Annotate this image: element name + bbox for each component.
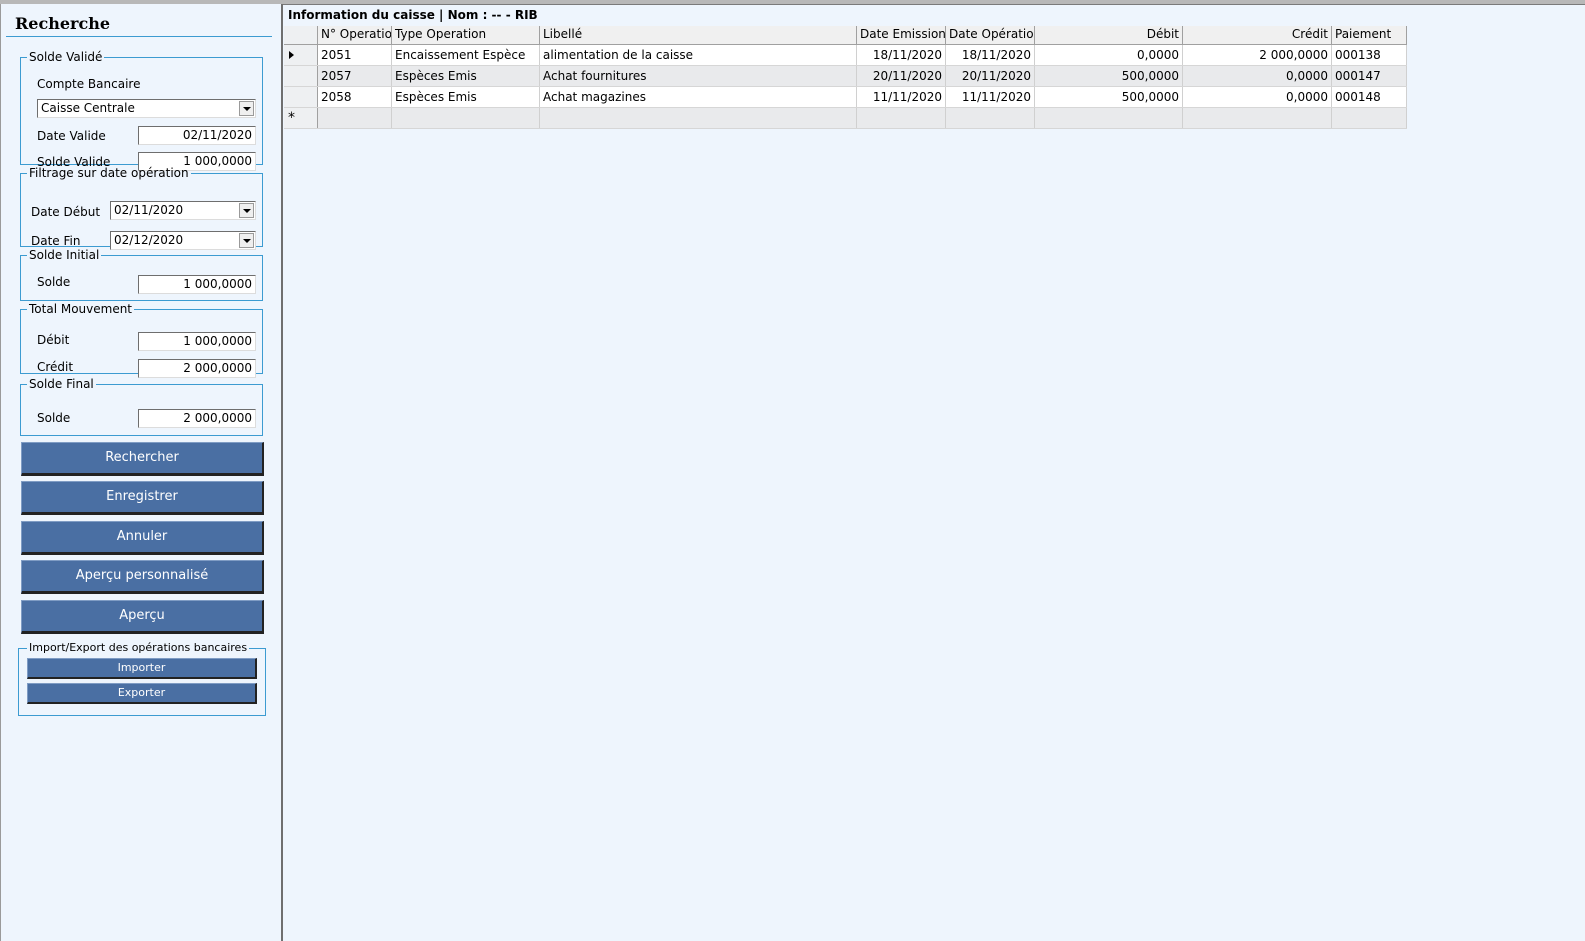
cell-date-emission[interactable]: 11/11/2020 — [857, 87, 946, 107]
table-row[interactable]: 2051 Encaissement Espèce alimentation de… — [284, 45, 1407, 66]
cell-type-operation[interactable]: Encaissement Espèce — [392, 45, 540, 65]
cell-date-emission[interactable] — [857, 108, 946, 128]
grid-header-row: N° Operatio Type Operation Libellé Date … — [284, 26, 1407, 45]
cell-debit[interactable]: 500,0000 — [1035, 87, 1183, 107]
compte-bancaire-value: Caisse Centrale — [41, 101, 135, 115]
column-header-date-emission[interactable]: Date Emission — [857, 26, 946, 44]
cell-debit[interactable]: 500,0000 — [1035, 66, 1183, 86]
date-fin-label: Date Fin — [31, 234, 81, 248]
date-debut-value: 02/11/2020 — [114, 203, 184, 217]
cell-date-operation[interactable]: 11/11/2020 — [946, 87, 1035, 107]
cell-debit[interactable] — [1035, 108, 1183, 128]
date-valide-label: Date Valide — [37, 129, 106, 143]
chevron-down-icon[interactable] — [239, 233, 254, 248]
column-header-num-operation[interactable]: N° Operatio — [318, 26, 392, 44]
total-credit-field[interactable]: 2 000,0000 — [138, 359, 256, 378]
cell-num-operation[interactable]: 2057 — [318, 66, 392, 86]
compte-bancaire-label: Compte Bancaire — [37, 77, 141, 91]
date-fin-value: 02/12/2020 — [114, 233, 184, 247]
cell-date-operation[interactable]: 18/11/2020 — [946, 45, 1035, 65]
solde-initial-label: Solde — [37, 275, 71, 289]
date-fin-picker[interactable]: 02/12/2020 — [110, 231, 256, 250]
cell-num-operation[interactable]: 2058 — [318, 87, 392, 107]
search-panel: Recherche Solde Validé Compte Bancaire C… — [0, 4, 283, 941]
row-header-corner — [284, 26, 318, 44]
cell-type-operation[interactable] — [392, 108, 540, 128]
column-header-credit[interactable]: Crédit — [1183, 26, 1332, 44]
cell-paiement[interactable]: 000148 — [1332, 87, 1407, 107]
cell-credit[interactable]: 2 000,0000 — [1183, 45, 1332, 65]
cell-num-operation[interactable] — [318, 108, 392, 128]
new-row[interactable]: * — [284, 108, 1407, 129]
cell-libelle[interactable]: Achat magazines — [540, 87, 857, 107]
panel-title: Recherche — [15, 14, 111, 33]
cell-date-operation[interactable] — [946, 108, 1035, 128]
enregistrer-button[interactable]: Enregistrer — [21, 481, 264, 515]
group-solde-initial-legend: Solde Initial — [29, 248, 100, 262]
compte-bancaire-select[interactable]: Caisse Centrale — [37, 99, 256, 118]
date-debut-label: Date Début — [31, 205, 101, 219]
exporter-button[interactable]: Exporter — [27, 683, 257, 704]
cell-credit[interactable]: 0,0000 — [1183, 87, 1332, 107]
group-import-export: Import/Export des opérations bancaires — [18, 642, 266, 716]
group-total-mouvement: Total Mouvement Débit 1 000,0000 Crédit … — [20, 302, 263, 378]
cell-date-operation[interactable]: 20/11/2020 — [946, 66, 1035, 86]
apercu-personnalise-button[interactable]: Aperçu personnalisé — [21, 560, 264, 594]
grid-title: Information du caisse | Nom : -- - RIB — [288, 8, 538, 22]
chevron-down-icon[interactable] — [239, 203, 254, 218]
cell-credit[interactable]: 0,0000 — [1183, 66, 1332, 86]
date-valide-field[interactable]: 02/11/2020 — [138, 126, 256, 145]
title-divider — [6, 36, 272, 37]
chevron-down-icon[interactable] — [239, 101, 254, 116]
group-solde-final-legend: Solde Final — [29, 377, 94, 391]
cell-libelle[interactable]: Achat fournitures — [540, 66, 857, 86]
cell-type-operation[interactable]: Espèces Emis — [392, 87, 540, 107]
row-selector[interactable]: * — [284, 108, 318, 128]
importer-button[interactable]: Importer — [27, 658, 257, 679]
total-credit-label: Crédit — [37, 360, 74, 374]
date-debut-picker[interactable]: 02/11/2020 — [110, 201, 256, 220]
cell-libelle[interactable]: alimentation de la caisse — [540, 45, 857, 65]
solde-final-label: Solde — [37, 411, 71, 425]
cell-type-operation[interactable]: Espèces Emis — [392, 66, 540, 86]
cell-paiement[interactable] — [1332, 108, 1407, 128]
group-import-export-legend: Import/Export des opérations bancaires — [29, 641, 248, 654]
column-header-date-operation[interactable]: Date Opératio — [946, 26, 1035, 44]
group-solde-final: Solde Final Solde 2 000,0000 — [20, 378, 263, 436]
column-header-libelle[interactable]: Libellé — [540, 26, 857, 44]
solde-initial-field[interactable]: 1 000,0000 — [138, 275, 256, 294]
cell-paiement[interactable]: 000138 — [1332, 45, 1407, 65]
rechercher-button[interactable]: Rechercher — [21, 442, 264, 476]
cell-libelle[interactable] — [540, 108, 857, 128]
group-solde-valide-legend: Solde Validé — [29, 50, 103, 64]
column-header-debit[interactable]: Débit — [1035, 26, 1183, 44]
column-header-paiement[interactable]: Paiement — [1332, 26, 1407, 44]
cell-debit[interactable]: 0,0000 — [1035, 45, 1183, 65]
cell-paiement[interactable]: 000147 — [1332, 66, 1407, 86]
row-selector[interactable] — [284, 66, 318, 86]
table-row[interactable]: 2058 Espèces Emis Achat magazines 11/11/… — [284, 87, 1407, 108]
row-selector[interactable] — [284, 45, 318, 65]
row-selector[interactable] — [284, 87, 318, 107]
cell-credit[interactable] — [1183, 108, 1332, 128]
cell-num-operation[interactable]: 2051 — [318, 45, 392, 65]
group-solde-initial: Solde Initial Solde 1 000,0000 — [20, 249, 263, 301]
apercu-button[interactable]: Aperçu — [21, 600, 264, 634]
cell-date-emission[interactable]: 20/11/2020 — [857, 66, 946, 86]
annuler-button[interactable]: Annuler — [21, 521, 264, 555]
group-filtrage-legend: Filtrage sur date opération — [29, 166, 189, 180]
column-header-type-operation[interactable]: Type Operation — [392, 26, 540, 44]
current-row-arrow-icon — [289, 51, 294, 59]
group-solde-valide: Solde Validé Compte Bancaire Caisse Cent… — [20, 50, 263, 171]
solde-final-field[interactable]: 2 000,0000 — [138, 409, 256, 428]
cell-date-emission[interactable]: 18/11/2020 — [857, 45, 946, 65]
group-total-mouvement-legend: Total Mouvement — [29, 302, 133, 316]
total-debit-label: Débit — [37, 333, 70, 347]
total-debit-field[interactable]: 1 000,0000 — [138, 332, 256, 351]
group-filtrage: Filtrage sur date opération Date Début 0… — [20, 166, 263, 250]
operations-grid: N° Operatio Type Operation Libellé Date … — [284, 26, 1407, 129]
new-row-star-icon: * — [288, 110, 295, 126]
table-row[interactable]: 2057 Espèces Emis Achat fournitures 20/1… — [284, 66, 1407, 87]
